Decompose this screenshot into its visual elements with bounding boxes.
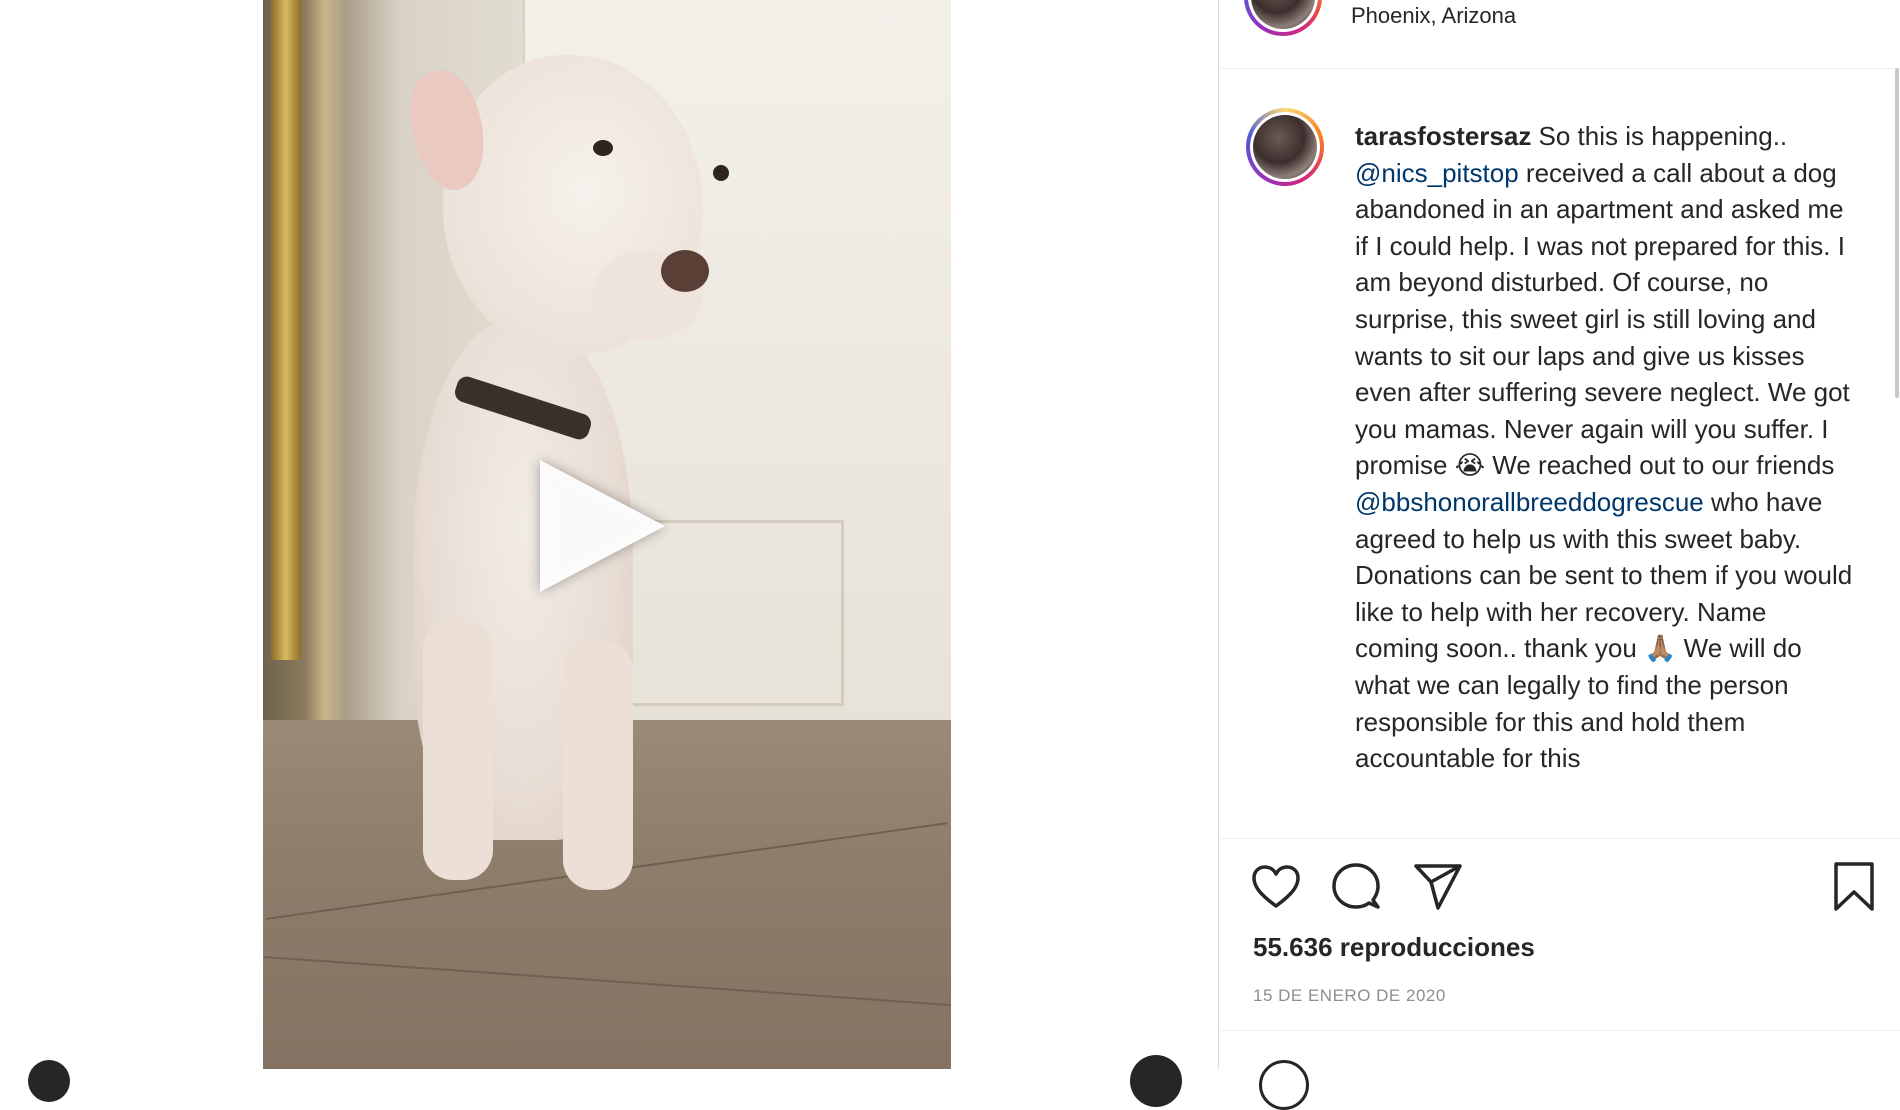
bookmark-icon[interactable] bbox=[1827, 860, 1881, 914]
mention-link[interactable]: @nics_pitstop bbox=[1355, 158, 1519, 188]
shower-frame bbox=[271, 0, 301, 660]
caption-part: So this is happening.. bbox=[1531, 121, 1788, 151]
divider bbox=[1219, 1030, 1900, 1031]
action-bar bbox=[1219, 860, 1900, 920]
heart-icon[interactable] bbox=[1249, 860, 1303, 914]
next-post-button[interactable] bbox=[1130, 1055, 1182, 1107]
paper-plane-icon[interactable] bbox=[1411, 860, 1465, 914]
post-header: Phoenix, Arizona bbox=[1219, 0, 1900, 69]
avatar-photo bbox=[1253, 115, 1317, 179]
post-date[interactable]: 15 DE ENERO DE 2020 bbox=[1253, 986, 1446, 1006]
comment-icon[interactable] bbox=[1329, 860, 1383, 914]
username-link[interactable]: tarasfostersaz bbox=[1355, 121, 1531, 151]
dog-eye bbox=[713, 165, 729, 181]
avatar-photo bbox=[1251, 0, 1315, 29]
dog-leg bbox=[423, 620, 493, 880]
post-side-panel: Phoenix, Arizona tarasfostersaz So this … bbox=[1218, 0, 1900, 1110]
dog-eye bbox=[593, 140, 613, 156]
location-link[interactable]: Phoenix, Arizona bbox=[1351, 3, 1516, 29]
caption-avatar[interactable] bbox=[1246, 108, 1324, 186]
dog-nose bbox=[661, 250, 709, 292]
play-icon[interactable] bbox=[540, 460, 665, 592]
scrollbar[interactable] bbox=[1895, 68, 1899, 398]
media-area bbox=[0, 0, 1218, 1107]
emoji-icon[interactable] bbox=[1259, 1060, 1309, 1110]
caption-part: received a call about a dog abandoned in… bbox=[1355, 157, 1850, 481]
caption-part: who have agreed to help us with this swe… bbox=[1355, 486, 1853, 774]
dog-leg bbox=[563, 640, 633, 890]
divider bbox=[1219, 838, 1900, 839]
caption-text: tarasfostersaz So this is happening.. @n… bbox=[1355, 118, 1855, 828]
previous-post-button[interactable] bbox=[28, 1060, 70, 1102]
mention-link[interactable]: @bbshonorallbreeddogrescue bbox=[1355, 487, 1704, 517]
avatar[interactable] bbox=[1244, 0, 1322, 36]
view-count[interactable]: 55.636 reproducciones bbox=[1253, 932, 1535, 963]
